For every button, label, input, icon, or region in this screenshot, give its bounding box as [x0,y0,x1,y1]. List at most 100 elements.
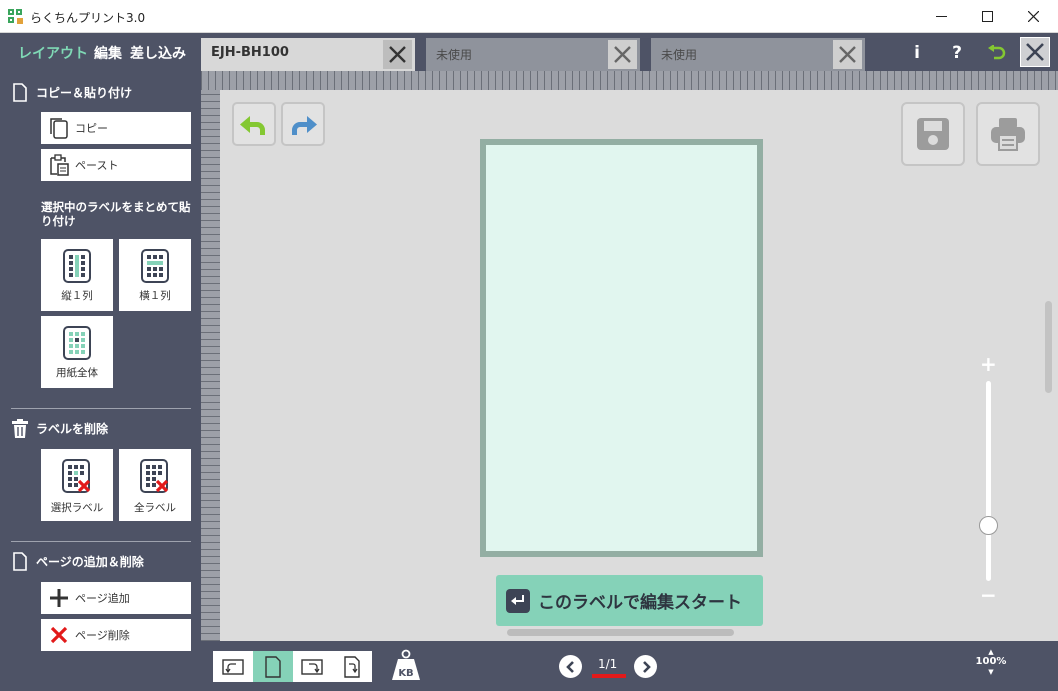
delete-selected-button[interactable]: 選択ラベル [41,449,113,521]
label-sheet-row-icon [141,249,169,283]
print-button[interactable] [976,102,1040,166]
redo-button[interactable] [281,102,325,146]
paste-sheet-button[interactable]: 用紙全体 [41,316,113,388]
menu-tab-layout[interactable]: レイアウト [18,43,88,63]
paste-icon [50,154,69,176]
maximize-icon [981,11,993,22]
zoom-slider-track[interactable] [986,381,991,581]
group-paste-caption: 選択中のラベルをまとめて貼り付け [41,200,191,228]
maximize-button[interactable] [964,0,1010,33]
page-indicator-underline [592,674,626,678]
orientation-selector [213,651,372,682]
paste-button-label: ペースト [75,159,119,172]
zoom-up-icon: ▲ [988,648,994,656]
label-sheet-preview[interactable] [480,139,763,557]
close-icon [389,46,406,63]
delete-all-button[interactable]: 全ラベル [119,449,191,521]
paste-column-button[interactable]: 縦１列 [41,239,113,311]
save-button[interactable] [901,102,965,166]
rotate-portrait-button[interactable] [332,651,372,682]
zoom-slider-thumb[interactable] [979,515,998,535]
doc-tab-2-label: 未使用 [436,48,473,62]
delete-heading: ラベルを削除 [12,419,108,438]
delete-x-icon [50,626,68,644]
undo-button[interactable] [232,102,276,146]
add-page-button[interactable]: ページ追加 [41,582,191,614]
plus-icon [50,589,68,607]
rotate-right-page-icon [301,658,324,675]
sidebar-divider [11,408,191,409]
doc-tab-1-close-button[interactable] [383,40,412,69]
doc-tab-3[interactable]: 未使用 [651,38,865,71]
weight-kb-icon[interactable]: KB [391,649,421,681]
bottom-toolbar: KB 1/1 ▲ 100% ▼ [201,641,1058,691]
doc-tab-1-label: EJH-BH100 [211,45,289,60]
sidebar-divider [11,541,191,542]
copy-paste-heading-label: コピー＆貼り付け [36,86,133,100]
printer-icon [991,118,1025,151]
document-icon [13,83,27,102]
minimize-button[interactable] [918,0,964,33]
label-sheet-column-icon [63,249,91,283]
minimize-icon [935,16,947,17]
portrait-button[interactable] [252,651,293,682]
rotate-left-button[interactable] [213,651,253,682]
svg-text:KB: KB [398,668,413,679]
zoom-down-icon: ▼ [988,668,994,676]
portrait-page-icon [264,655,281,678]
undo-icon [240,116,265,135]
start-editing-button[interactable]: このラベルで編集スタート [496,575,763,626]
title-bar: らくちんプリント3.0 [0,0,1058,33]
window-close-button[interactable] [1010,0,1056,33]
trash-icon [12,419,28,438]
close-app-button[interactable] [1020,37,1050,67]
doc-tab-3-close-button[interactable] [833,40,862,69]
horizontal-ruler [201,71,1058,90]
next-page-button[interactable] [634,655,657,678]
paste-button[interactable]: ペースト [41,149,191,181]
delete-page-label: ページ削除 [75,629,130,642]
back-button[interactable] [984,40,1010,66]
redo-icon [292,116,317,135]
paste-sheet-label: 用紙全体 [56,367,98,379]
menu-tab-edit[interactable]: 編集 [94,43,122,63]
close-icon [1026,43,1044,61]
doc-tab-2-close-button[interactable] [608,40,637,69]
pages-heading: ページの追加＆削除 [12,552,144,571]
rotate-left-page-icon [222,658,244,675]
app-logo-icon [8,9,23,24]
delete-all-label: 全ラベル [134,502,176,514]
delete-selected-label: 選択ラベル [50,502,104,514]
close-icon [614,46,631,63]
copy-button-label: コピー [75,122,108,135]
rotate-portrait-page-icon [344,655,360,678]
help-button[interactable]: ? [944,40,970,66]
info-button[interactable]: i [904,40,930,66]
layout-sidebar: コピー＆貼り付け コピー ペースト 選択中のラベルをまとめて貼り付け 縦１列 横… [0,71,201,691]
return-arrow-icon [988,45,1006,60]
previous-page-button[interactable] [559,655,582,678]
label-sheet-all-icon [63,326,91,360]
zoom-in-button[interactable]: + [980,352,997,376]
delete-page-button[interactable]: ページ削除 [41,619,191,651]
vertical-ruler [201,90,220,641]
doc-tab-1[interactable]: EJH-BH100 [201,38,415,71]
info-icon: i [914,43,920,63]
vertical-scrollbar[interactable] [1045,301,1052,393]
copy-button[interactable]: コピー [41,112,191,144]
close-icon [839,46,856,63]
zoom-level-control[interactable]: ▲ 100% ▼ [974,648,1008,676]
delete-selected-label-icon [62,459,91,493]
paste-row-button[interactable]: 横１列 [119,239,191,311]
chevron-right-icon [642,660,651,673]
pages-heading-label: ページの追加＆削除 [36,555,144,569]
rotate-right-button[interactable] [293,651,333,682]
start-editing-label: このラベルで編集スタート [538,593,742,613]
enter-icon [506,588,530,613]
doc-tab-2[interactable]: 未使用 [426,38,640,71]
close-icon [1027,11,1039,22]
zoom-out-button[interactable]: − [980,583,997,607]
layout-canvas[interactable]: このラベルで編集スタート + − [201,71,1058,641]
horizontal-scrollbar[interactable] [507,629,734,636]
menu-tab-merge[interactable]: 差し込み [130,43,186,63]
